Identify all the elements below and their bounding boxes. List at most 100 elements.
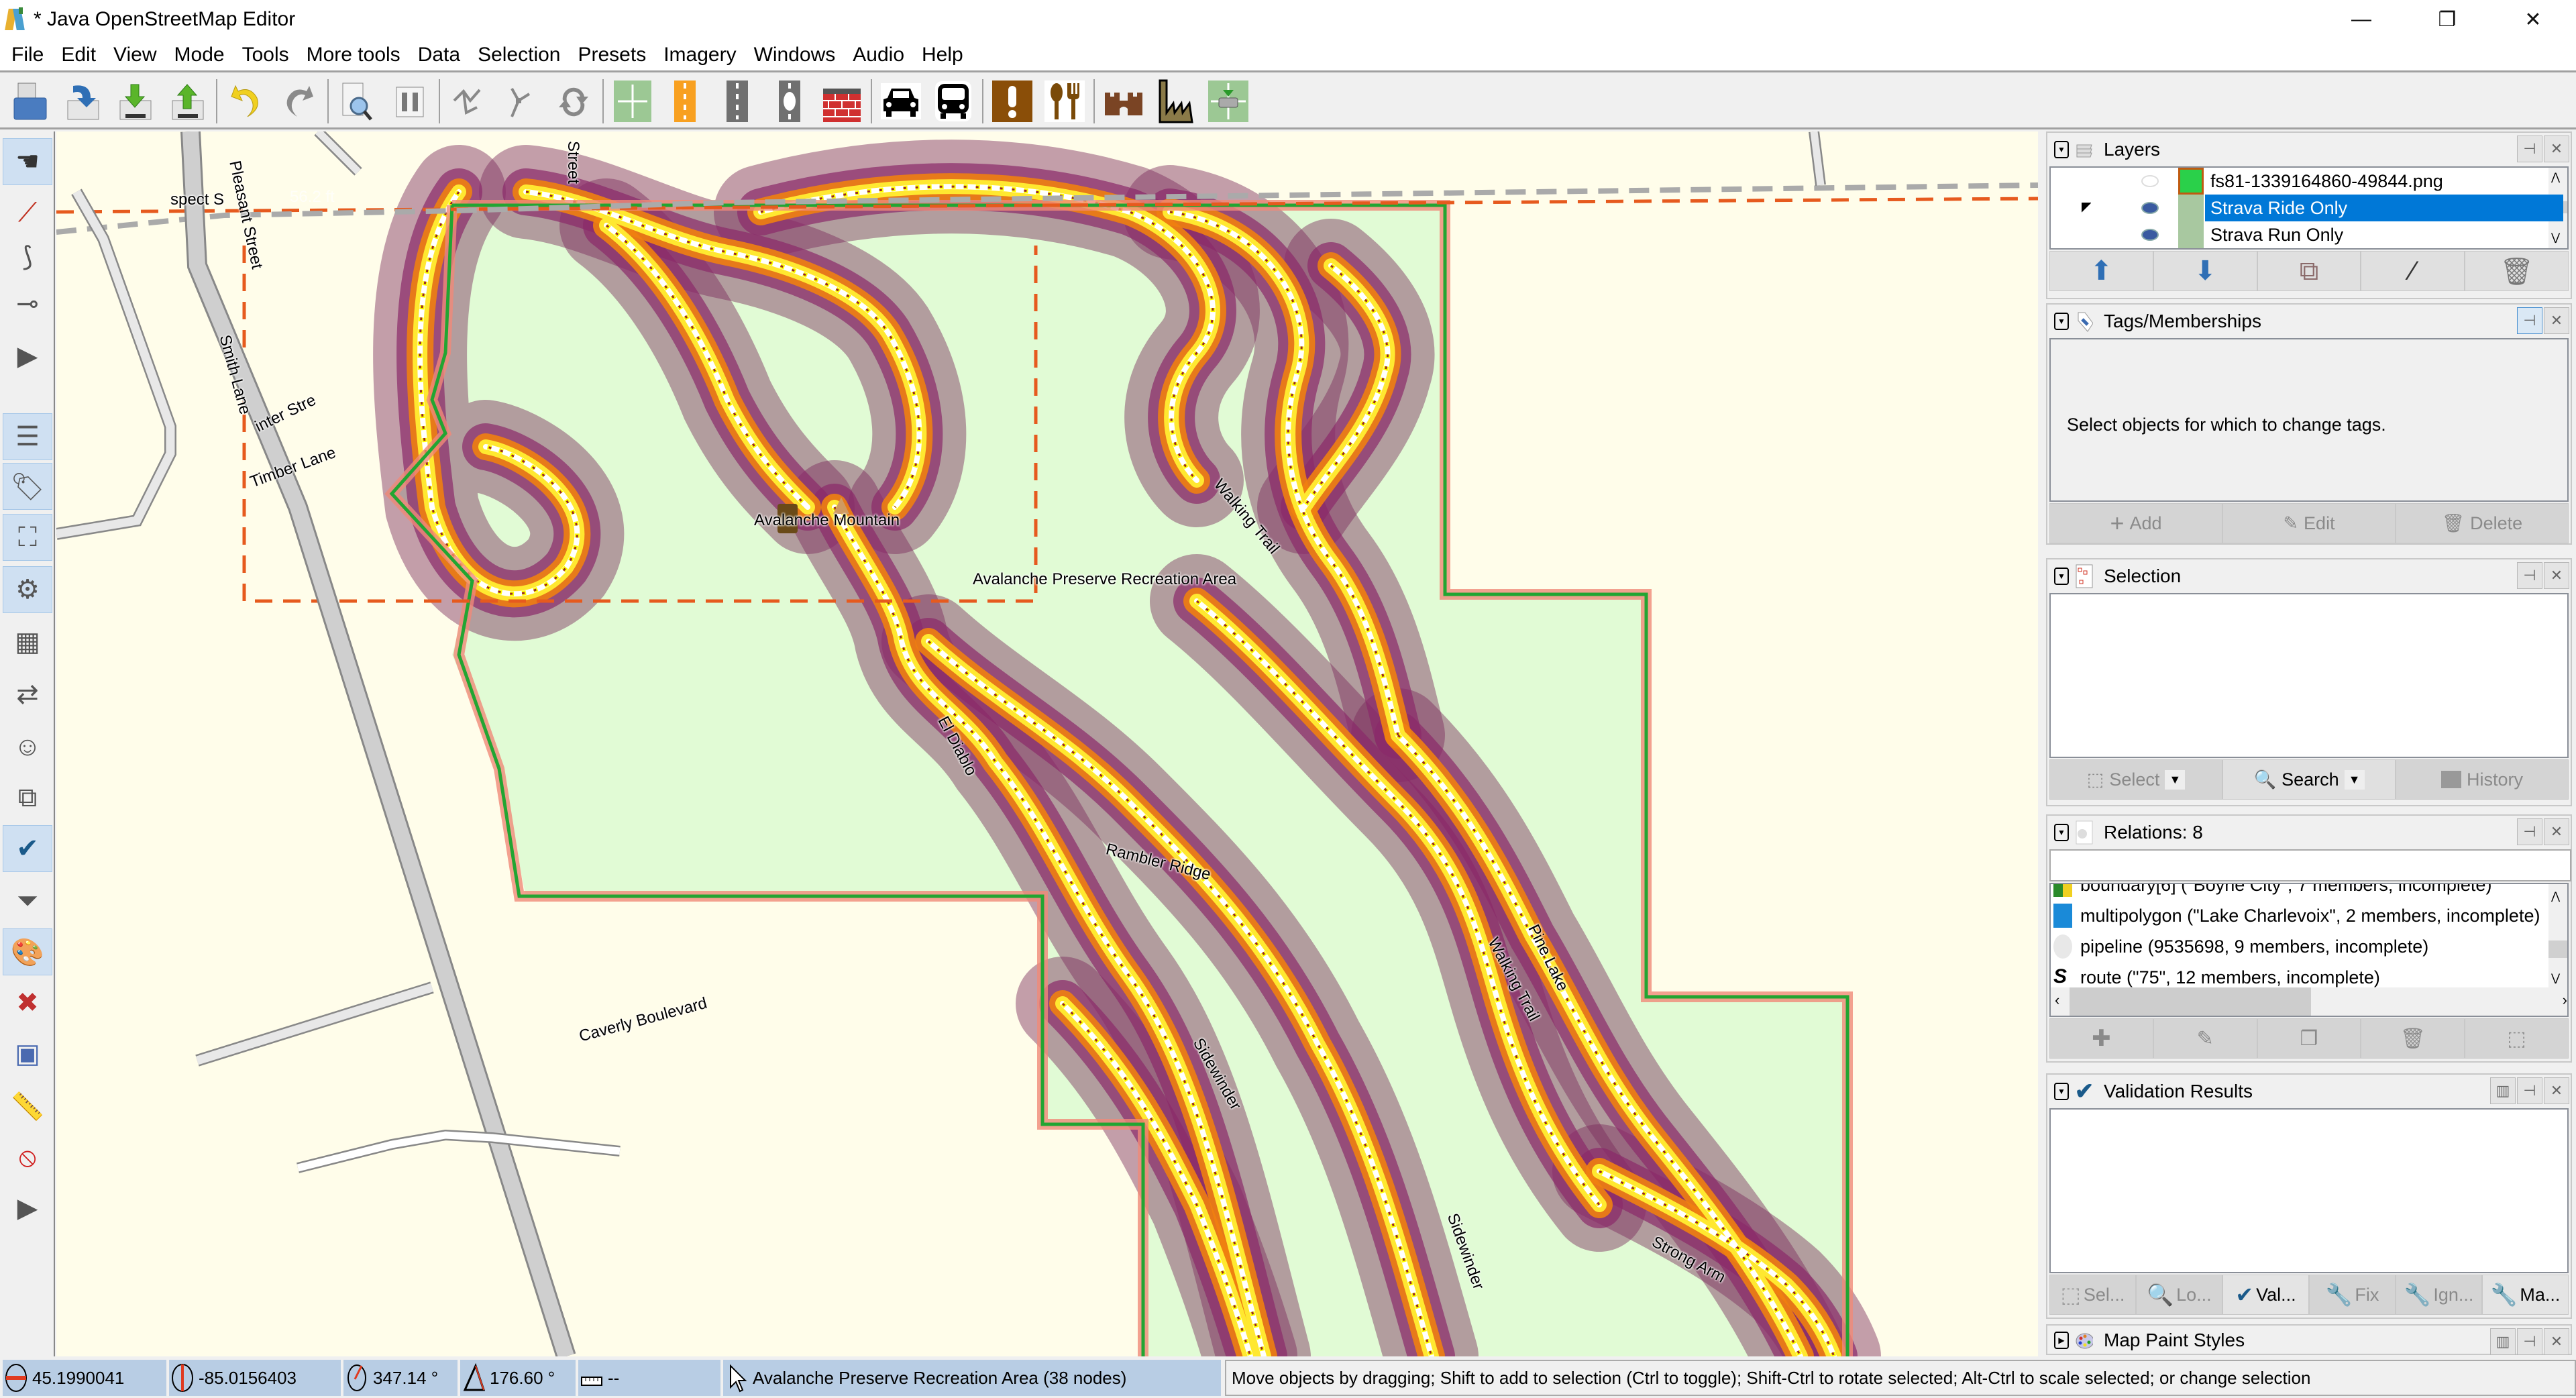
- download-data-button[interactable]: [111, 77, 159, 125]
- relations-panel-button[interactable]: ⚙: [3, 566, 52, 613]
- menu-file[interactable]: File: [3, 38, 52, 72]
- measurement-button[interactable]: 📏: [3, 1083, 52, 1130]
- menu-mode[interactable]: Mode: [166, 38, 233, 72]
- open-file-button[interactable]: [6, 77, 54, 125]
- expand-arrow-button[interactable]: ▶: [3, 333, 52, 380]
- layer-row[interactable]: Strava Run Only: [2051, 221, 2567, 248]
- fix-button[interactable]: 🔧 Fix: [2309, 1275, 2396, 1315]
- map-paint-styles-button[interactable]: 🎨: [3, 928, 52, 975]
- relation-list-scrollbar[interactable]: ⋀ ⋁: [2548, 884, 2567, 987]
- menu-imagery[interactable]: Imagery: [655, 38, 745, 72]
- road-primary-button[interactable]: [661, 77, 709, 125]
- expand-arrow-button[interactable]: ▶: [3, 1185, 52, 1232]
- layer-row[interactable]: fs81-1339164860-49844.png: [2051, 168, 2567, 195]
- layer-row[interactable]: Strava Ride Only: [2051, 195, 2567, 221]
- map-canvas[interactable]: [56, 131, 2038, 1356]
- tourism-info-button[interactable]: [988, 77, 1036, 125]
- search-button[interactable]: [333, 77, 382, 125]
- node-drag-button[interactable]: ⊸: [3, 280, 52, 327]
- visibility-eye-icon[interactable]: [2141, 229, 2159, 241]
- menu-data[interactable]: Data: [409, 38, 469, 72]
- validate-button[interactable]: ✔ Val...: [2222, 1275, 2309, 1315]
- menu-audio[interactable]: Audio: [844, 38, 913, 72]
- pin-icon[interactable]: ⊣: [2517, 1328, 2542, 1355]
- selection-panel-button[interactable]: ⛶: [3, 514, 52, 561]
- menu-help[interactable]: Help: [913, 38, 972, 72]
- road-residential-button[interactable]: [713, 77, 761, 125]
- close-icon[interactable]: ✕: [2544, 818, 2569, 845]
- redo-button[interactable]: [274, 77, 323, 125]
- preferences-icon[interactable]: ▥: [2490, 1077, 2516, 1104]
- restaurant-button[interactable]: [1040, 77, 1089, 125]
- menu-edit[interactable]: Edit: [52, 38, 105, 72]
- changeset-panel-button[interactable]: ⧉: [3, 774, 52, 821]
- close-icon[interactable]: ✕: [2544, 307, 2569, 334]
- scroll-right-icon[interactable]: ›: [2563, 991, 2567, 1009]
- search-button[interactable]: 🔍 Search ▼: [2222, 759, 2396, 800]
- split-way-button[interactable]: [497, 77, 545, 125]
- menu-more-tools[interactable]: More tools: [298, 38, 409, 72]
- road-turning-circle-button[interactable]: [765, 77, 814, 125]
- menu-tools[interactable]: Tools: [233, 38, 298, 72]
- close-button[interactable]: ✕: [2490, 0, 2576, 39]
- pin-icon[interactable]: ⊣: [2517, 307, 2542, 334]
- conflict-panel-button[interactable]: ⇄: [3, 671, 52, 718]
- undo-button[interactable]: [222, 77, 270, 125]
- menu-windows[interactable]: Windows: [745, 38, 845, 72]
- reverse-way-button[interactable]: [549, 77, 598, 125]
- scroll-up-icon[interactable]: ⋀: [2551, 890, 2560, 903]
- relation-filter-input[interactable]: [2049, 849, 2571, 881]
- select-button[interactable]: ⬚ Sel...: [2049, 1275, 2136, 1315]
- relation-row[interactable]: pipeline (9535698, 9 members, incomplete…: [2051, 931, 2554, 962]
- minimize-button[interactable]: —: [2318, 0, 2404, 39]
- select-dropdown-icon[interactable]: ▼: [2165, 769, 2186, 790]
- close-icon[interactable]: ✕: [2544, 136, 2569, 162]
- castle-button[interactable]: [1099, 77, 1148, 125]
- move-up-button[interactable]: ⬆: [2049, 251, 2153, 291]
- draw-mode-button[interactable]: ⟋: [3, 189, 52, 236]
- pin-icon[interactable]: ⊣: [2517, 562, 2542, 589]
- manage-ignored-button[interactable]: 🔧 Ma...: [2482, 1275, 2569, 1315]
- collapse-toggle[interactable]: ▼: [2054, 568, 2069, 585]
- bus-button[interactable]: [929, 77, 977, 125]
- menu-selection[interactable]: Selection: [469, 38, 569, 72]
- pin-icon[interactable]: ⊣: [2517, 1077, 2542, 1104]
- add-relation-button[interactable]: ✚: [2049, 1018, 2153, 1059]
- car-button[interactable]: [877, 77, 925, 125]
- minimap-button[interactable]: ▣: [3, 1030, 52, 1077]
- upload-button[interactable]: [163, 77, 211, 125]
- relation-row[interactable]: multipolygon ("Lake Charlevoix", 2 membe…: [2051, 900, 2554, 931]
- move-down-button[interactable]: ⬇: [2153, 251, 2257, 291]
- tags-panel-button[interactable]: 🏷: [3, 463, 52, 510]
- merge-layers-button[interactable]: ⧉: [2257, 251, 2361, 291]
- collapse-toggle[interactable]: ▼: [2054, 313, 2069, 330]
- simplify-way-button[interactable]: [445, 77, 493, 125]
- imagery-panel-button[interactable]: ▦: [3, 619, 52, 665]
- close-icon[interactable]: ✕: [2544, 562, 2569, 589]
- collapse-toggle[interactable]: ▼: [2054, 824, 2069, 841]
- move-imagery-button[interactable]: [1204, 77, 1252, 125]
- menu-presets[interactable]: Presets: [569, 38, 655, 72]
- duplicate-relation-button[interactable]: ❐: [2257, 1018, 2361, 1059]
- improve-way-button[interactable]: ⟆: [3, 233, 52, 280]
- scroll-left-icon[interactable]: ‹: [2055, 991, 2059, 1009]
- close-icon[interactable]: ✕: [2544, 1328, 2569, 1355]
- layers-panel-button[interactable]: ☰: [3, 413, 52, 460]
- search-dropdown-icon[interactable]: ▼: [2344, 769, 2365, 790]
- select-mode-button[interactable]: ☚: [3, 138, 52, 185]
- zoom-to-problem-button[interactable]: 🔍 Lo...: [2136, 1275, 2222, 1315]
- notes-button[interactable]: ✖: [3, 979, 52, 1026]
- menu-view[interactable]: View: [105, 38, 165, 72]
- factory-button[interactable]: [1152, 77, 1200, 125]
- restore-button[interactable]: ❐: [2404, 0, 2490, 39]
- close-icon[interactable]: ✕: [2544, 1077, 2569, 1104]
- collapse-toggle[interactable]: ▼: [2054, 141, 2069, 158]
- barrier-wall-button[interactable]: [818, 77, 866, 125]
- delete-layer-button[interactable]: 🗑: [2465, 251, 2569, 291]
- expand-toggle[interactable]: ▶: [2054, 1332, 2069, 1349]
- edit-tag-button[interactable]: ✎ Edit: [2222, 503, 2396, 543]
- relation-list-hscrollbar[interactable]: ‹ ›: [2051, 987, 2567, 1016]
- preferences-button[interactable]: [386, 77, 434, 125]
- visibility-eye-icon[interactable]: [2141, 202, 2159, 214]
- map-view[interactable]: spect S Pleasant Street Street Smith Lan…: [56, 131, 2038, 1356]
